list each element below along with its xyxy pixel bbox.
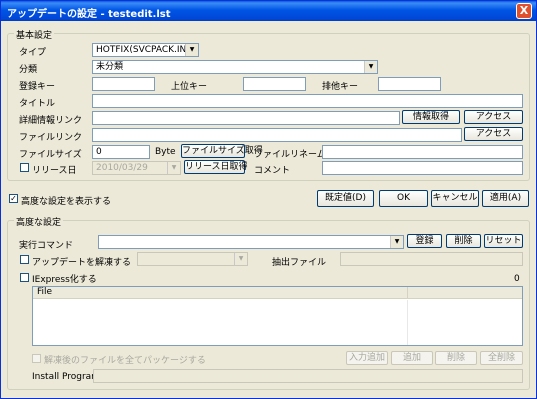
install-program-input[interactable] bbox=[93, 369, 523, 383]
byte-label: Byte bbox=[155, 147, 176, 157]
extract-update-label: アップデートを解凍する bbox=[32, 258, 132, 268]
window-title: アップデートの設定 - testedit.lst bbox=[7, 9, 171, 20]
get-info-button[interactable]: 情報取得 bbox=[402, 110, 460, 124]
type-select[interactable]: HOTFIX(SVCPACK.INF) ▼ bbox=[92, 43, 199, 57]
type-dropdown-arrow-icon[interactable]: ▼ bbox=[185, 44, 198, 56]
extract-file-label: 抽出ファイル bbox=[272, 258, 327, 268]
remove-all-button[interactable]: 全削除 bbox=[480, 351, 523, 365]
reg-key-input[interactable] bbox=[92, 77, 155, 91]
package-all-label: 解凍後のファイルを全てパッケージする bbox=[44, 356, 206, 366]
type-label: タイプ bbox=[19, 48, 47, 58]
comment-label: コメント bbox=[254, 166, 291, 176]
access-button[interactable]: アクセス bbox=[464, 110, 523, 124]
release-date-label: リリース日 bbox=[32, 166, 77, 176]
parent-key-label: 上位キー bbox=[171, 82, 208, 92]
show-advanced-checkbox[interactable]: ✓ bbox=[9, 194, 18, 203]
title-label: タイトル bbox=[19, 99, 56, 109]
cancel-button[interactable]: キャンセル bbox=[431, 190, 479, 207]
reset-button[interactable]: リセット bbox=[484, 234, 523, 248]
category-value: 未分類 bbox=[96, 62, 124, 72]
file-column-header[interactable]: File bbox=[33, 287, 407, 299]
title-input[interactable] bbox=[92, 94, 523, 108]
category-label: 分類 bbox=[19, 65, 38, 75]
release-date-value: 2010/03/29 bbox=[96, 163, 148, 173]
iexpress-label: IExpress化する bbox=[32, 275, 97, 285]
register-button[interactable]: 登録 bbox=[407, 234, 442, 248]
detail-link-input[interactable] bbox=[92, 111, 400, 125]
column-divider bbox=[407, 300, 408, 345]
default-button[interactable]: 既定値(D) bbox=[317, 190, 374, 207]
dialog-window: アップデートの設定 - testedit.lst X 基本設定 タイプ HOTF… bbox=[0, 0, 537, 399]
exclusive-key-input[interactable] bbox=[378, 77, 441, 91]
type-value: HOTFIX(SVCPACK.INF) bbox=[96, 45, 195, 55]
extract-update-checkbox[interactable] bbox=[20, 255, 29, 264]
remove-button[interactable]: 削除 bbox=[435, 351, 477, 365]
file-list[interactable]: File bbox=[32, 286, 523, 346]
comment-input[interactable] bbox=[322, 161, 523, 175]
get-release-date-button[interactable]: リリース日取得 bbox=[184, 160, 248, 174]
add-button[interactable]: 追加 bbox=[391, 351, 433, 365]
delete-button[interactable]: 削除 bbox=[446, 234, 481, 248]
file-link-input[interactable] bbox=[92, 128, 462, 142]
iexpress-checkbox[interactable] bbox=[20, 273, 29, 282]
second-column-header[interactable] bbox=[407, 287, 522, 299]
extract-update-select[interactable]: ▼ bbox=[137, 252, 248, 266]
apply-button[interactable]: 適用(A) bbox=[482, 190, 529, 207]
exec-command-arrow-icon[interactable]: ▼ bbox=[390, 236, 403, 248]
detail-link-label: 詳細情報リンク bbox=[19, 116, 83, 126]
file-rename-input[interactable] bbox=[322, 145, 523, 159]
exec-command-select[interactable]: ▼ bbox=[98, 235, 404, 249]
filesize-label: ファイルサイズ bbox=[19, 150, 82, 160]
access-button-2[interactable]: アクセス bbox=[464, 127, 523, 141]
package-all-checkbox[interactable] bbox=[32, 354, 41, 363]
category-dropdown-arrow-icon[interactable]: ▼ bbox=[364, 61, 377, 73]
file-rename-label: ファイルリネーム bbox=[254, 150, 326, 160]
get-filesize-button[interactable]: ファイルサイズ取得 bbox=[181, 144, 263, 158]
exec-command-label: 実行コマンド bbox=[19, 241, 74, 251]
basic-settings-title: 基本設定 bbox=[14, 28, 55, 41]
exclusive-key-label: 排他キー bbox=[322, 82, 359, 92]
reg-key-label: 登録キー bbox=[19, 82, 56, 92]
file-link-label: ファイルリンク bbox=[19, 133, 83, 143]
show-advanced-label: 高度な設定を表示する bbox=[21, 197, 112, 207]
release-date-arrow-icon[interactable]: ▼ bbox=[167, 162, 180, 174]
input-add-button[interactable]: 入力追加 bbox=[346, 351, 388, 365]
title-bar[interactable]: アップデートの設定 - testedit.lst X bbox=[1, 1, 536, 21]
file-count: 0 bbox=[514, 274, 520, 284]
category-select[interactable]: 未分類 ▼ bbox=[92, 60, 378, 74]
extract-update-arrow-icon[interactable]: ▼ bbox=[234, 253, 247, 265]
file-column-label: File bbox=[37, 287, 53, 297]
extract-file-input[interactable] bbox=[340, 252, 523, 266]
filesize-input[interactable]: 0 bbox=[92, 145, 150, 159]
ok-button[interactable]: OK bbox=[379, 190, 428, 207]
parent-key-input[interactable] bbox=[243, 77, 306, 91]
release-date-checkbox[interactable] bbox=[20, 163, 29, 172]
close-button[interactable]: X bbox=[516, 3, 532, 19]
advanced-settings-title: 高度な設定 bbox=[14, 215, 64, 228]
install-program-label: Install Program bbox=[32, 372, 100, 382]
release-date-picker[interactable]: 2010/03/29 ▼ bbox=[92, 161, 181, 175]
